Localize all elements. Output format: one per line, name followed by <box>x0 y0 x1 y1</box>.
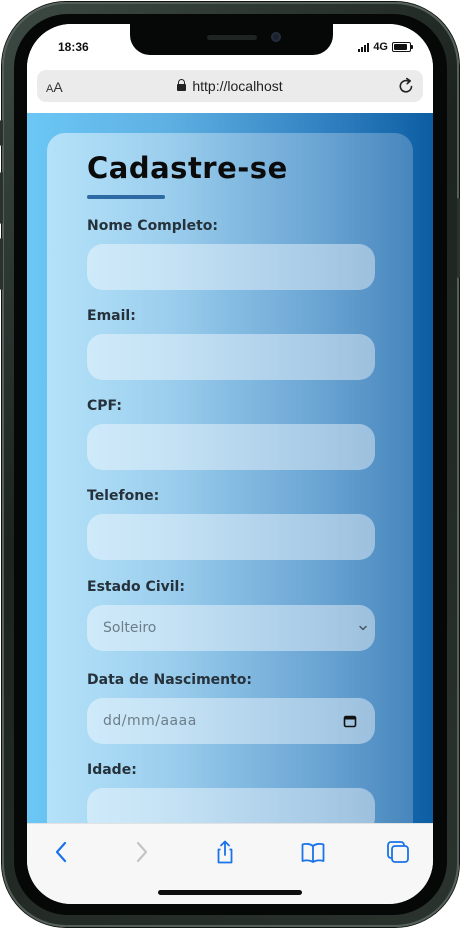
field-telefone: Telefone: <box>87 488 375 560</box>
signal-icon <box>358 42 370 52</box>
signup-form: Cadastre-se Nome Completo: Email: CPF: T… <box>47 133 413 823</box>
speaker-grille <box>207 35 257 40</box>
field-label-data-nascimento: Data de Nascimento: <box>87 672 253 688</box>
power-button <box>457 198 460 278</box>
share-icon[interactable] <box>211 838 239 866</box>
tabs-icon[interactable] <box>384 838 412 866</box>
chevron-right-icon[interactable] <box>127 838 155 866</box>
field-email: Email: <box>87 308 375 380</box>
volume-up-button <box>0 172 3 224</box>
form-title: Cadastre-se <box>87 151 288 185</box>
idade-input[interactable] <box>87 788 375 823</box>
status-indicators: 4G <box>358 41 413 53</box>
field-estado-civil: Estado Civil: Solteiro <box>87 579 375 651</box>
field-label-nome-completo: Nome Completo: <box>87 218 218 234</box>
estado-civil-select[interactable]: Solteiro <box>87 605 375 651</box>
field-data-nascimento: Data de Nascimento: dd/mm/aaaa <box>87 672 375 744</box>
date-placeholder: dd/mm/aaaa <box>103 713 197 729</box>
data-nascimento-input[interactable]: dd/mm/aaaa <box>87 698 375 744</box>
estado-civil-value: Solteiro <box>103 620 157 636</box>
lock-icon <box>177 79 187 91</box>
field-label-telefone: Telefone: <box>87 488 160 504</box>
url-display[interactable]: http://localhost <box>37 78 423 94</box>
silent-switch <box>0 120 3 146</box>
field-cpf: CPF: <box>87 398 375 470</box>
field-idade: Idade: <box>87 762 375 823</box>
phone-screen: 18:36 4G AA http://localhost Cadastre-se <box>27 24 433 904</box>
battery-icon <box>392 42 413 52</box>
network-type: 4G <box>373 41 388 53</box>
email-input[interactable] <box>87 334 375 380</box>
chevron-left-icon[interactable] <box>48 838 76 866</box>
notch <box>130 24 333 55</box>
telefone-input[interactable] <box>87 514 375 560</box>
field-label-cpf: CPF: <box>87 398 122 414</box>
title-underline <box>87 195 165 199</box>
field-label-idade: Idade: <box>87 762 137 778</box>
volume-down-button <box>0 238 3 290</box>
field-label-email: Email: <box>87 308 136 324</box>
reload-icon[interactable] <box>396 76 416 96</box>
field-label-estado-civil: Estado Civil: <box>87 579 185 595</box>
calendar-icon[interactable] <box>343 714 357 728</box>
field-nome-completo: Nome Completo: <box>87 218 375 290</box>
front-camera <box>271 32 281 42</box>
status-time: 18:36 <box>58 40 89 54</box>
home-indicator[interactable] <box>158 890 302 895</box>
nome-completo-input[interactable] <box>87 244 375 290</box>
address-bar[interactable]: AA http://localhost <box>37 70 423 102</box>
web-page: Cadastre-se Nome Completo: Email: CPF: T… <box>27 113 433 823</box>
book-icon[interactable] <box>299 838 327 866</box>
chevron-down-icon <box>359 625 367 631</box>
status-bar: 18:36 4G <box>27 24 433 70</box>
cpf-input[interactable] <box>87 424 375 470</box>
url-text: http://localhost <box>192 78 283 94</box>
